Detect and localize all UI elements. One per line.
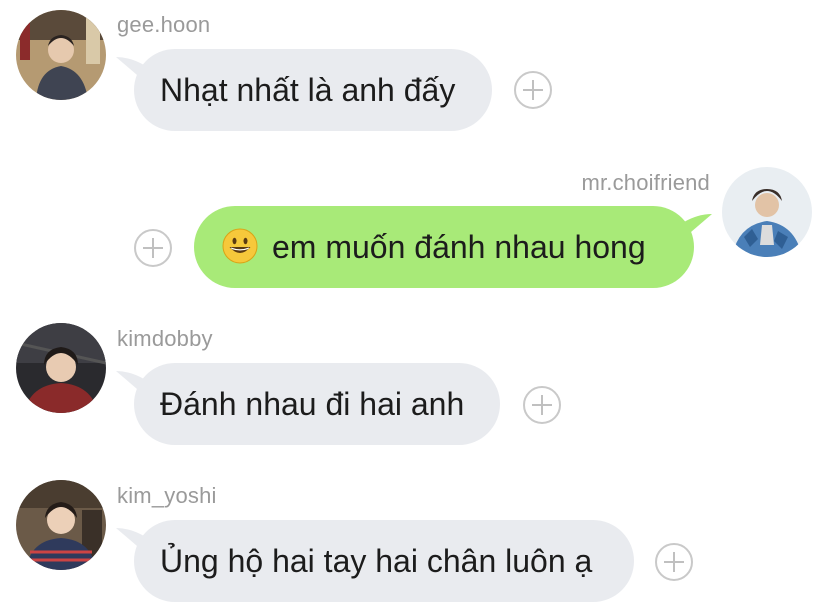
message-bubble[interactable]: em muốn đánh nhau hong bbox=[194, 206, 694, 288]
avatar-kimdobby[interactable] bbox=[16, 323, 106, 413]
plus-circle-icon[interactable] bbox=[514, 71, 552, 109]
avatar-gee-hoon[interactable] bbox=[16, 10, 106, 100]
sender-name: kim_yoshi bbox=[117, 483, 217, 508]
message-bubble[interactable]: Ủng hộ hai tay hai chân luôn ạ bbox=[134, 520, 634, 602]
plus-circle-icon[interactable] bbox=[655, 543, 693, 581]
sender-name: gee.hoon bbox=[117, 12, 211, 37]
message-text: Ủng hộ hai tay hai chân luôn ạ bbox=[160, 543, 593, 579]
message-text: Nhạt nhất là anh đấy bbox=[160, 72, 456, 108]
message-bubble[interactable]: Nhạt nhất là anh đấy bbox=[134, 49, 492, 131]
plus-circle-icon[interactable] bbox=[523, 386, 561, 424]
sender-name: mr.choifriend bbox=[581, 170, 710, 195]
grinning-face-icon bbox=[222, 228, 258, 264]
message-text: Đánh nhau đi hai anh bbox=[160, 386, 465, 422]
message-bubble[interactable]: Đánh nhau đi hai anh bbox=[134, 363, 500, 445]
avatar-mr-choifriend[interactable] bbox=[722, 167, 812, 257]
message-text: em muốn đánh nhau hong bbox=[272, 229, 646, 265]
avatar-kim-yoshi[interactable] bbox=[16, 480, 106, 570]
plus-circle-icon[interactable] bbox=[134, 229, 172, 267]
sender-name: kimdobby bbox=[117, 326, 213, 351]
